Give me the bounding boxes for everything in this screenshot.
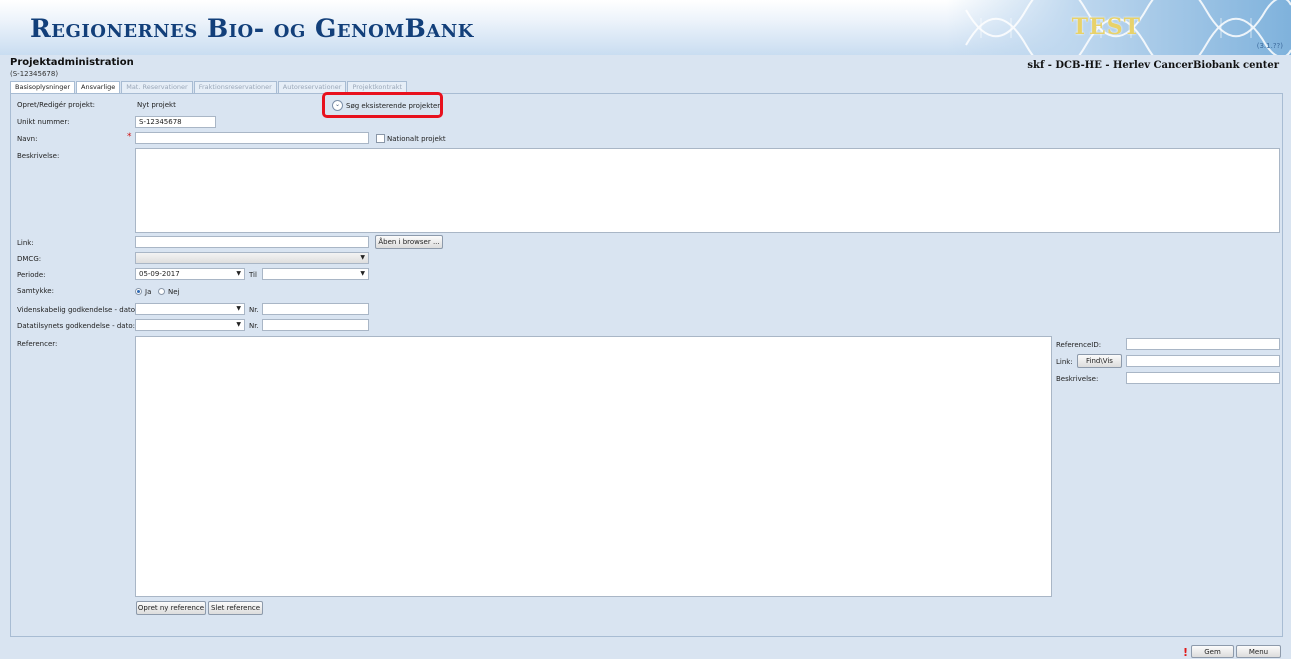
menu-button[interactable]: Menu	[1236, 645, 1281, 658]
samtykke-ja-radio[interactable]	[135, 288, 142, 295]
open-browser-button[interactable]: Åben i browser ...	[375, 235, 443, 249]
tab-mat-reservationer[interactable]: Mat. Reservationer	[121, 81, 193, 93]
dmcg-select[interactable]: ▼	[135, 252, 369, 264]
highlight-box	[322, 92, 443, 118]
page-title: Projektadministration	[10, 57, 134, 68]
required-marker: *	[127, 132, 132, 142]
vidensk-nr-field[interactable]	[262, 303, 369, 315]
app-banner: Regionernes Bio- og GenomBank TEST (3.1.…	[0, 0, 1291, 55]
datatil-label: Datatilsynets godkendelse - dato:	[17, 322, 135, 330]
app-title: Regionernes Bio- og GenomBank	[30, 14, 474, 43]
navn-field[interactable]	[135, 132, 369, 144]
dropdown-arrow-icon: ▼	[236, 305, 241, 312]
opret-label: Opret/Redigér projekt:	[17, 101, 96, 109]
ref-link-label: Link:	[1056, 358, 1073, 366]
dropdown-arrow-icon: ▼	[236, 321, 241, 328]
unikt-nummer-field[interactable]: S-12345678	[135, 116, 216, 128]
dmcg-label: DMCG:	[17, 255, 42, 263]
periode-to-select[interactable]: ▼	[262, 268, 369, 280]
ref-beskrivelse-field[interactable]	[1126, 372, 1280, 384]
unikt-label: Unikt nummer:	[17, 118, 70, 126]
slet-reference-button[interactable]: Slet reference	[208, 601, 263, 615]
datatil-nr-label: Nr.	[249, 322, 259, 330]
user-info: skf - DCB-HE - Herlev CancerBiobank cent…	[1027, 60, 1279, 71]
nej-label: Nej	[168, 288, 180, 296]
opret-value: Nyt projekt	[137, 101, 176, 109]
ref-id-field[interactable]	[1126, 338, 1280, 350]
referencer-label: Referencer:	[17, 340, 58, 348]
datatil-nr-field[interactable]	[262, 319, 369, 331]
datatil-date-select[interactable]: ▼	[135, 319, 245, 331]
dropdown-arrow-icon: ▼	[360, 270, 365, 277]
referencer-list[interactable]	[135, 336, 1052, 597]
ref-beskrivelse-label: Beskrivelse:	[1056, 375, 1099, 383]
dropdown-arrow-icon: ▼	[360, 254, 365, 261]
project-id: (S-12345678)	[10, 70, 59, 78]
periode-label: Periode:	[17, 271, 46, 279]
unsaved-indicator: !	[1183, 646, 1189, 659]
navn-label: Navn:	[17, 135, 38, 143]
samtykke-label: Samtykke:	[17, 287, 54, 295]
periode-from-select[interactable]: 05-09-2017 ▼	[135, 268, 245, 280]
til-label: Til	[249, 271, 257, 279]
find-vis-button[interactable]: Find\Vis	[1077, 354, 1122, 368]
version-label: (3.1.??)	[1256, 42, 1283, 50]
ref-link-field[interactable]	[1126, 355, 1280, 367]
link-field[interactable]	[135, 236, 369, 248]
gem-button[interactable]: Gem	[1191, 645, 1234, 658]
link-label: Link:	[17, 239, 34, 247]
national-checkbox[interactable]	[376, 134, 385, 143]
test-badge: TEST	[1071, 14, 1141, 40]
ref-id-label: ReferenceID:	[1056, 341, 1102, 349]
opret-reference-button[interactable]: Opret ny reference	[136, 601, 206, 615]
vidensk-nr-label: Nr.	[249, 306, 259, 314]
beskrivelse-textarea[interactable]	[135, 148, 1280, 233]
vidensk-label: Videnskabelig godkendelse - dato:	[17, 306, 138, 314]
vidensk-date-select[interactable]: ▼	[135, 303, 245, 315]
national-label: Nationalt projekt	[387, 135, 446, 143]
periode-from-value: 05-09-2017	[139, 270, 180, 278]
ja-label: Ja	[145, 288, 152, 296]
dropdown-arrow-icon: ▼	[236, 270, 241, 277]
tab-fraktionsreservationer[interactable]: Fraktionsreservationer	[193, 81, 277, 93]
samtykke-nej-radio[interactable]	[158, 288, 165, 295]
beskrivelse-label: Beskrivelse:	[17, 152, 60, 160]
